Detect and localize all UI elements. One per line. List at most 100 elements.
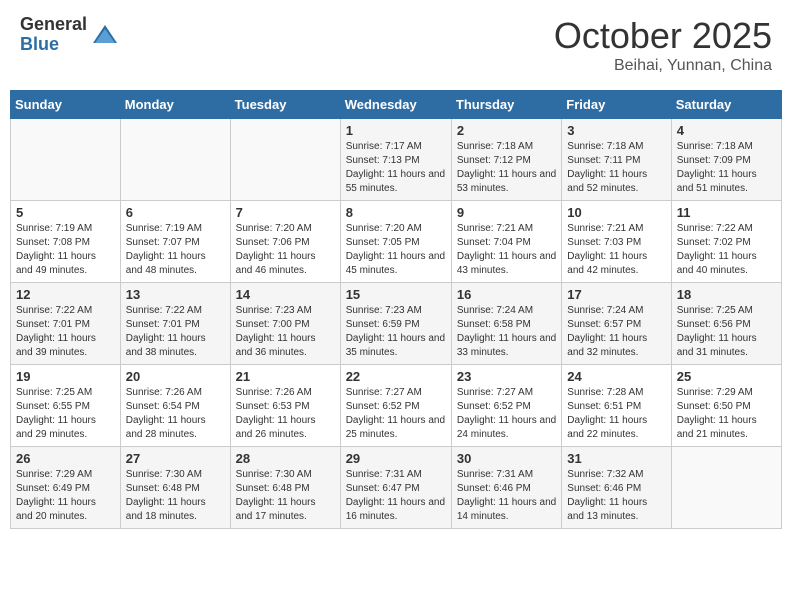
calendar-cell: 31Sunrise: 7:32 AM Sunset: 6:46 PM Dayli…: [562, 447, 671, 529]
calendar-cell: 9 Sunrise: 7:21 AM Sunset: 7:04 PM Daylig…: [451, 201, 561, 283]
day-number: 9: [457, 205, 556, 220]
calendar-cell: 22 Sunrise: 7:27 AM Sunset: 6:52 PM Dayli…: [340, 365, 451, 447]
day-number: 26: [16, 451, 115, 466]
day-number: 1: [346, 123, 446, 138]
day-info: Sunrise: 7:29 AM Sunset: 6:49 PM Dayligh…: [16, 468, 115, 524]
title-block: October 2025 Beihai, Yunnan, China: [554, 15, 772, 75]
day-info: Sunrise: 7:25 AM Sunset: 6:55 PM Dayligh…: [16, 386, 115, 442]
calendar-cell: 23 Sunrise: 7:27 AM Sunset: 6:52 PM Dayli…: [451, 365, 561, 447]
day-info: Sunrise: 7:22 AM Sunset: 7:02 PM Dayligh…: [677, 222, 776, 278]
day-info: Sunrise: 7:24 AM Sunset: 6:58 PM Dayligh…: [457, 304, 556, 360]
day-number: 19: [16, 369, 115, 384]
column-header-saturday: Saturday: [671, 91, 781, 119]
calendar-header-row: SundayMondayTuesdayWednesdayThursdayFrid…: [11, 91, 782, 119]
day-number: 18: [677, 287, 776, 302]
day-number: 25: [677, 369, 776, 384]
day-number: 28: [236, 451, 335, 466]
day-number: 24: [567, 369, 665, 384]
day-info: Sunrise: 7:20 AM Sunset: 7:05 PM Dayligh…: [346, 222, 446, 278]
day-number: 22: [346, 369, 446, 384]
day-number: 23: [457, 369, 556, 384]
day-number: 10: [567, 205, 665, 220]
day-info: Sunrise: 7:30 AM Sunset: 6:48 PM Dayligh…: [126, 468, 225, 524]
month-title: October 2025: [554, 15, 772, 57]
day-number: 13: [126, 287, 225, 302]
calendar-cell: 26 Sunrise: 7:29 AM Sunset: 6:49 PM Dayli…: [11, 447, 121, 529]
day-number: 29: [346, 451, 446, 466]
calendar-cell: 19 Sunrise: 7:25 AM Sunset: 6:55 PM Dayli…: [11, 365, 121, 447]
column-header-wednesday: Wednesday: [340, 91, 451, 119]
day-number: 27: [126, 451, 225, 466]
column-header-monday: Monday: [120, 91, 230, 119]
day-info: Sunrise: 7:19 AM Sunset: 7:07 PM Dayligh…: [126, 222, 225, 278]
calendar-cell: 8 Sunrise: 7:20 AM Sunset: 7:05 PM Daylig…: [340, 201, 451, 283]
calendar-cell: 16 Sunrise: 7:24 AM Sunset: 6:58 PM Dayli…: [451, 283, 561, 365]
day-info: Sunrise: 7:22 AM Sunset: 7:01 PM Dayligh…: [16, 304, 115, 360]
day-info: Sunrise: 7:22 AM Sunset: 7:01 PM Dayligh…: [126, 304, 225, 360]
day-info: Sunrise: 7:32 AM Sunset: 6:46 PM Dayligh…: [567, 468, 665, 524]
calendar-cell: 11 Sunrise: 7:22 AM Sunset: 7:02 PM Dayli…: [671, 201, 781, 283]
day-info: Sunrise: 7:23 AM Sunset: 6:59 PM Dayligh…: [346, 304, 446, 360]
day-info: Sunrise: 7:18 AM Sunset: 7:12 PM Dayligh…: [457, 140, 556, 196]
calendar-cell: [120, 119, 230, 201]
day-info: Sunrise: 7:27 AM Sunset: 6:52 PM Dayligh…: [346, 386, 446, 442]
calendar-cell: [230, 119, 340, 201]
calendar-table: SundayMondayTuesdayWednesdayThursdayFrid…: [10, 90, 782, 529]
day-info: Sunrise: 7:30 AM Sunset: 6:48 PM Dayligh…: [236, 468, 335, 524]
day-info: Sunrise: 7:28 AM Sunset: 6:51 PM Dayligh…: [567, 386, 665, 442]
calendar-cell: 3Sunrise: 7:18 AM Sunset: 7:11 PM Daylig…: [562, 119, 671, 201]
day-info: Sunrise: 7:31 AM Sunset: 6:47 PM Dayligh…: [346, 468, 446, 524]
day-info: Sunrise: 7:24 AM Sunset: 6:57 PM Dayligh…: [567, 304, 665, 360]
calendar-cell: 21 Sunrise: 7:26 AM Sunset: 6:53 PM Dayli…: [230, 365, 340, 447]
logo-general: General: [20, 15, 87, 35]
calendar-cell: 15 Sunrise: 7:23 AM Sunset: 6:59 PM Dayli…: [340, 283, 451, 365]
day-number: 21: [236, 369, 335, 384]
calendar-cell: [11, 119, 121, 201]
day-number: 14: [236, 287, 335, 302]
calendar-cell: 17 Sunrise: 7:24 AM Sunset: 6:57 PM Dayli…: [562, 283, 671, 365]
location-title: Beihai, Yunnan, China: [554, 57, 772, 75]
day-info: Sunrise: 7:21 AM Sunset: 7:04 PM Dayligh…: [457, 222, 556, 278]
day-info: Sunrise: 7:29 AM Sunset: 6:50 PM Dayligh…: [677, 386, 776, 442]
calendar-cell: 12Sunrise: 7:22 AM Sunset: 7:01 PM Dayli…: [11, 283, 121, 365]
column-header-friday: Friday: [562, 91, 671, 119]
column-header-sunday: Sunday: [11, 91, 121, 119]
calendar-week-5: 26 Sunrise: 7:29 AM Sunset: 6:49 PM Dayli…: [11, 447, 782, 529]
logo-blue: Blue: [20, 35, 87, 55]
calendar-cell: 7 Sunrise: 7:20 AM Sunset: 7:06 PM Daylig…: [230, 201, 340, 283]
calendar-week-3: 12Sunrise: 7:22 AM Sunset: 7:01 PM Dayli…: [11, 283, 782, 365]
day-info: Sunrise: 7:17 AM Sunset: 7:13 PM Dayligh…: [346, 140, 446, 196]
page-header: General Blue October 2025 Beihai, Yunnan…: [10, 10, 782, 80]
calendar-cell: 20Sunrise: 7:26 AM Sunset: 6:54 PM Dayli…: [120, 365, 230, 447]
column-header-tuesday: Tuesday: [230, 91, 340, 119]
day-info: Sunrise: 7:20 AM Sunset: 7:06 PM Dayligh…: [236, 222, 335, 278]
calendar-week-1: 1 Sunrise: 7:17 AM Sunset: 7:13 PM Daylig…: [11, 119, 782, 201]
calendar-week-2: 5Sunrise: 7:19 AM Sunset: 7:08 PM Daylig…: [11, 201, 782, 283]
day-number: 3: [567, 123, 665, 138]
calendar-cell: 14 Sunrise: 7:23 AM Sunset: 7:00 PM Dayli…: [230, 283, 340, 365]
calendar-cell: 13 Sunrise: 7:22 AM Sunset: 7:01 PM Dayli…: [120, 283, 230, 365]
day-number: 8: [346, 205, 446, 220]
calendar-cell: 10 Sunrise: 7:21 AM Sunset: 7:03 PM Dayli…: [562, 201, 671, 283]
day-info: Sunrise: 7:26 AM Sunset: 6:53 PM Dayligh…: [236, 386, 335, 442]
day-info: Sunrise: 7:23 AM Sunset: 7:00 PM Dayligh…: [236, 304, 335, 360]
day-info: Sunrise: 7:25 AM Sunset: 6:56 PM Dayligh…: [677, 304, 776, 360]
day-number: 30: [457, 451, 556, 466]
calendar-cell: 28 Sunrise: 7:30 AM Sunset: 6:48 PM Dayli…: [230, 447, 340, 529]
day-number: 11: [677, 205, 776, 220]
day-number: 17: [567, 287, 665, 302]
logo-icon: [91, 21, 119, 49]
logo: General Blue: [20, 15, 119, 55]
day-info: Sunrise: 7:26 AM Sunset: 6:54 PM Dayligh…: [126, 386, 225, 442]
day-info: Sunrise: 7:19 AM Sunset: 7:08 PM Dayligh…: [16, 222, 115, 278]
day-number: 15: [346, 287, 446, 302]
day-number: 2: [457, 123, 556, 138]
calendar-cell: 18 Sunrise: 7:25 AM Sunset: 6:56 PM Dayli…: [671, 283, 781, 365]
day-info: Sunrise: 7:21 AM Sunset: 7:03 PM Dayligh…: [567, 222, 665, 278]
day-info: Sunrise: 7:27 AM Sunset: 6:52 PM Dayligh…: [457, 386, 556, 442]
day-number: 4: [677, 123, 776, 138]
calendar-cell: 6Sunrise: 7:19 AM Sunset: 7:07 PM Daylig…: [120, 201, 230, 283]
day-number: 7: [236, 205, 335, 220]
day-number: 16: [457, 287, 556, 302]
calendar-cell: 30Sunrise: 7:31 AM Sunset: 6:46 PM Dayli…: [451, 447, 561, 529]
